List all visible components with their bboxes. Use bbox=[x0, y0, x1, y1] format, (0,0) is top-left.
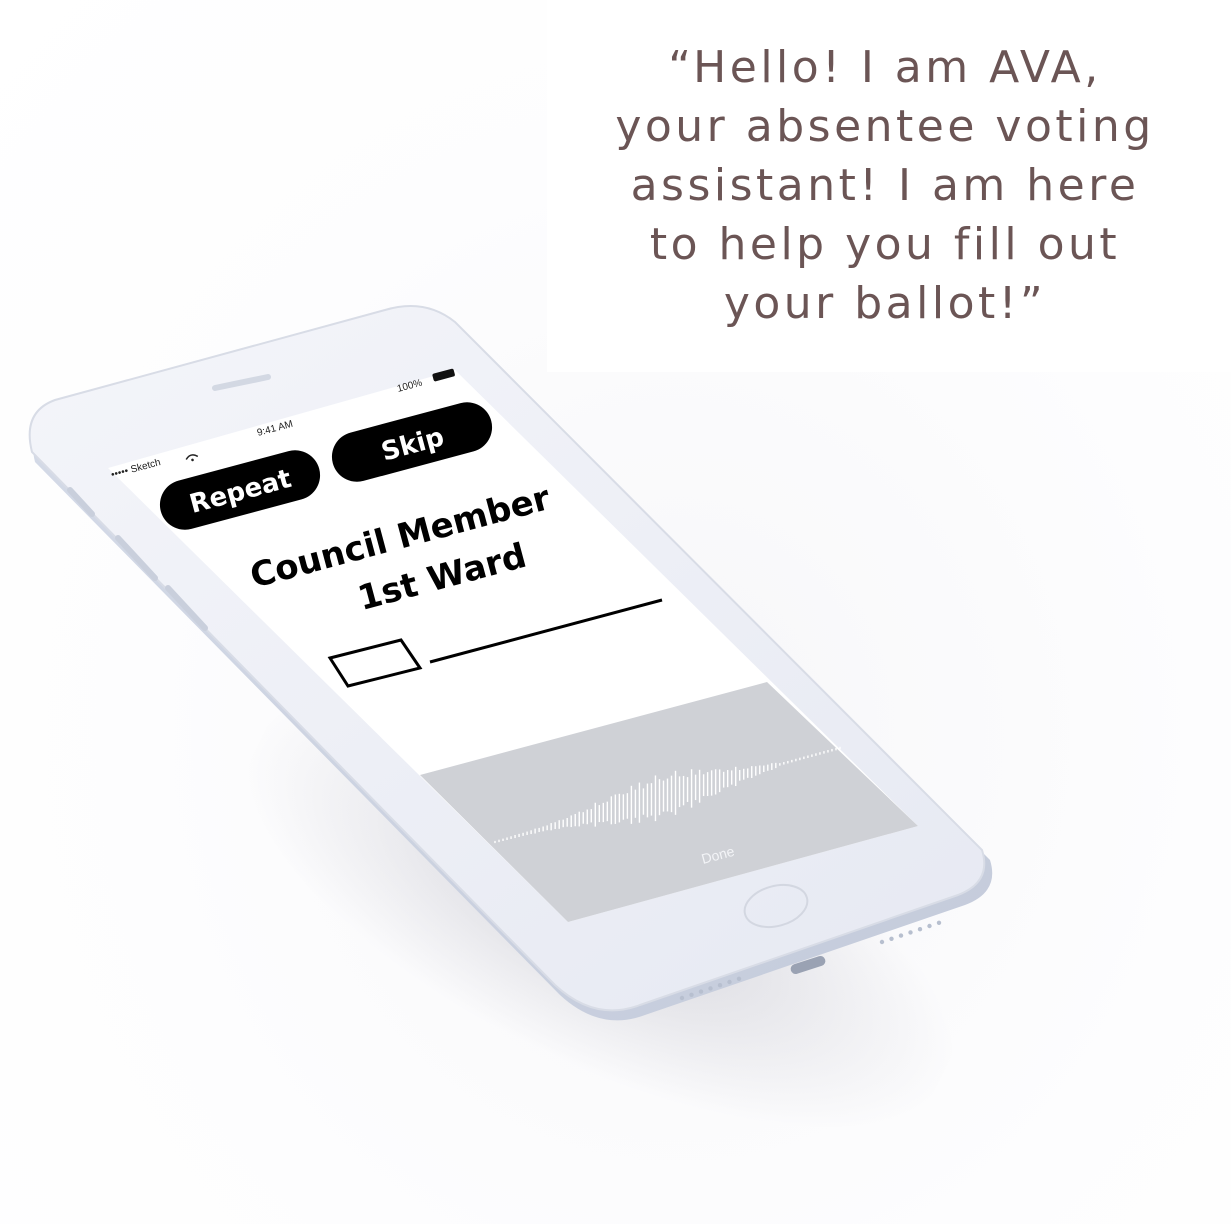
speaker-hole bbox=[727, 979, 732, 985]
speaker-hole bbox=[717, 983, 723, 988]
speaker-hole bbox=[898, 933, 904, 938]
speaker-hole bbox=[908, 930, 913, 935]
phone-mockup: Done ••••• Sketch 9:41 AM 100% Repeat Sk… bbox=[28, 305, 993, 1021]
speaker-hole bbox=[889, 936, 894, 941]
speaker-hole bbox=[679, 995, 685, 1001]
speaker-hole bbox=[708, 986, 713, 991]
speaker-hole bbox=[917, 927, 923, 932]
speaker-hole bbox=[698, 989, 704, 994]
speaker-hole bbox=[927, 923, 932, 929]
speaker-hole bbox=[936, 920, 942, 925]
speaker-hole bbox=[736, 976, 742, 981]
speaker-hole bbox=[879, 939, 885, 945]
stage: “Hello! I am AVA, your absentee voting a… bbox=[0, 0, 1231, 1224]
speaker-hole bbox=[689, 992, 694, 997]
